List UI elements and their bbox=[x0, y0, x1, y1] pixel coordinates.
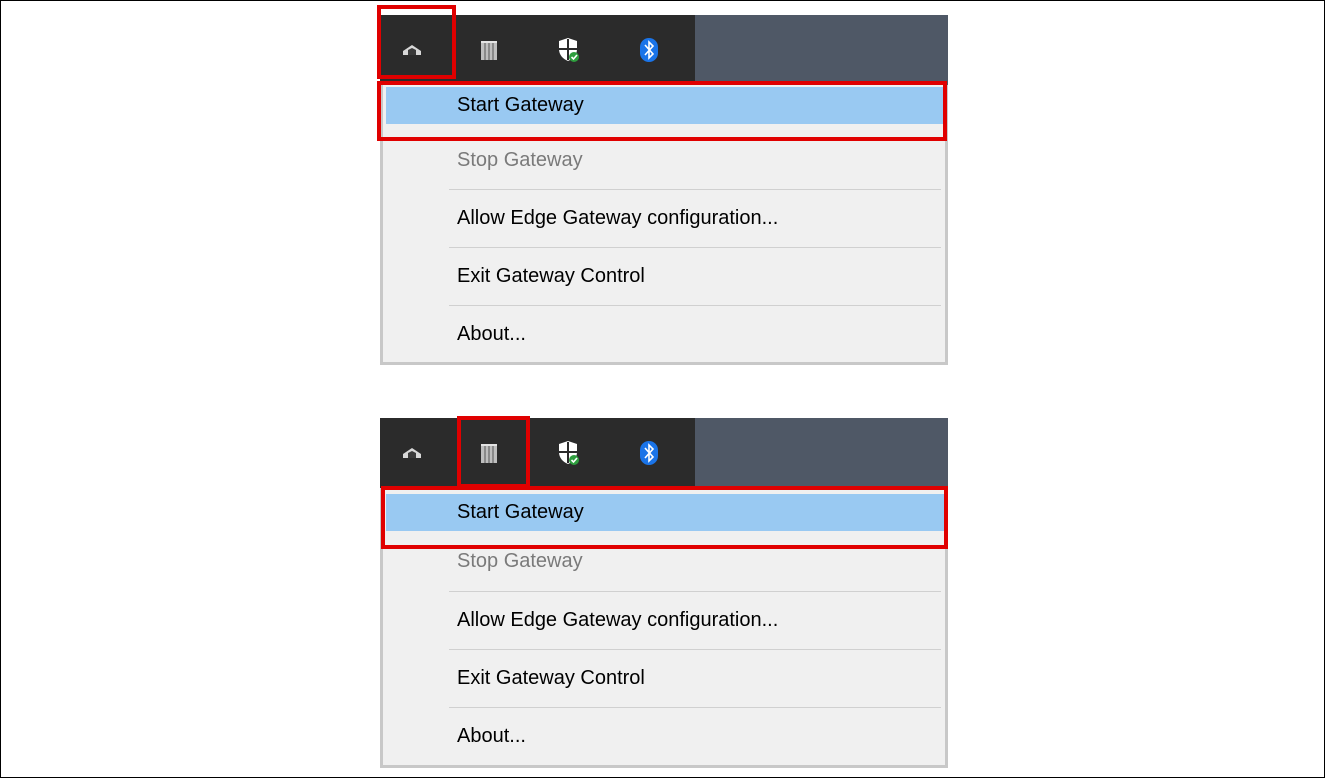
taskbar-tray bbox=[380, 418, 948, 488]
menu-separator bbox=[449, 649, 941, 650]
menu-separator bbox=[449, 707, 941, 708]
menu-separator bbox=[449, 591, 941, 592]
menu-separator bbox=[449, 305, 941, 306]
menu-item-exit-gateway-control[interactable]: Exit Gateway Control bbox=[386, 258, 945, 295]
bluetooth-icon[interactable] bbox=[636, 440, 662, 466]
screenshot-1: Start Gateway Stop Gateway Allow Edge Ga… bbox=[377, 5, 948, 365]
menu-item-label: About... bbox=[457, 725, 526, 747]
menu-item-label: Exit Gateway Control bbox=[457, 265, 645, 287]
menu-item-label: Stop Gateway bbox=[457, 550, 583, 572]
plc-rack-icon[interactable] bbox=[476, 440, 502, 466]
menu-item-exit-gateway-control[interactable]: Exit Gateway Control bbox=[386, 660, 945, 697]
menu-item-about[interactable]: About... bbox=[386, 718, 945, 755]
menu-item-start-gateway[interactable]: Start Gateway bbox=[386, 87, 945, 124]
taskbar-background bbox=[695, 15, 948, 85]
screenshot-2: Start Gateway Stop Gateway Allow Edge Ga… bbox=[380, 416, 948, 768]
menu-item-about[interactable]: About... bbox=[386, 316, 945, 353]
menu-item-label: Start Gateway bbox=[457, 501, 584, 523]
menu-item-label: Start Gateway bbox=[457, 94, 584, 116]
bluetooth-icon[interactable] bbox=[636, 37, 662, 63]
menu-item-label: Stop Gateway bbox=[457, 149, 583, 171]
menu-item-start-gateway[interactable]: Start Gateway bbox=[386, 494, 945, 531]
gateway-cloud-icon[interactable] bbox=[399, 37, 425, 63]
menu-item-label: Allow Edge Gateway configuration... bbox=[457, 207, 779, 229]
menu-item-label: Allow Edge Gateway configuration... bbox=[457, 609, 779, 631]
plc-rack-icon[interactable] bbox=[476, 37, 502, 63]
menu-separator bbox=[449, 189, 941, 190]
context-menu: Start Gateway Stop Gateway Allow Edge Ga… bbox=[380, 488, 948, 768]
windows-security-icon[interactable] bbox=[555, 440, 581, 466]
gateway-cloud-icon[interactable] bbox=[399, 440, 425, 466]
menu-item-stop-gateway: Stop Gateway bbox=[386, 543, 945, 580]
menu-separator bbox=[449, 247, 941, 248]
context-menu: Start Gateway Stop Gateway Allow Edge Ga… bbox=[380, 85, 948, 365]
taskbar-background bbox=[695, 418, 948, 488]
menu-item-allow-edge-config[interactable]: Allow Edge Gateway configuration... bbox=[386, 200, 945, 237]
menu-item-label: Exit Gateway Control bbox=[457, 667, 645, 689]
menu-item-allow-edge-config[interactable]: Allow Edge Gateway configuration... bbox=[386, 602, 945, 639]
menu-item-label: About... bbox=[457, 323, 526, 345]
taskbar-tray bbox=[380, 15, 948, 85]
windows-security-icon[interactable] bbox=[555, 37, 581, 63]
menu-item-stop-gateway: Stop Gateway bbox=[386, 142, 945, 179]
